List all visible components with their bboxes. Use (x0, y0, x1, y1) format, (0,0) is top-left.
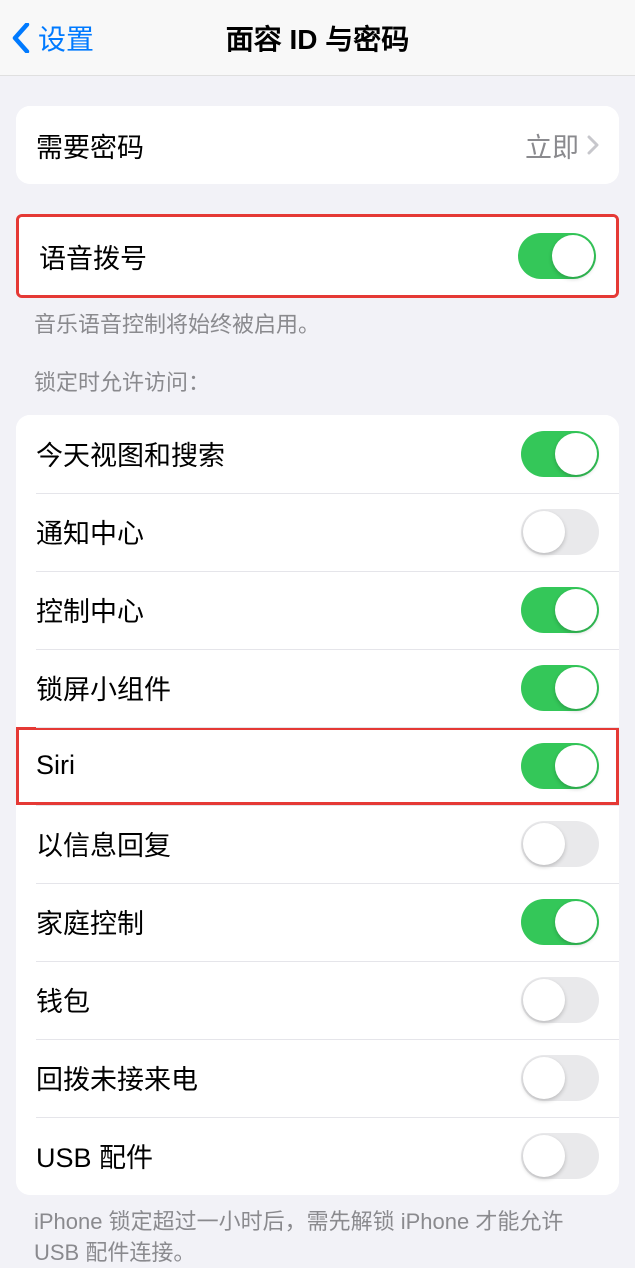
lock-item-label: 控制中心 (36, 590, 144, 629)
require-passcode-value: 立即 (525, 126, 599, 165)
lock-item-label: 锁屏小组件 (36, 668, 171, 707)
lock-item-toggle[interactable] (521, 1055, 599, 1101)
row-lock-item: 家庭控制 (16, 883, 619, 961)
lock-item-label: 家庭控制 (36, 902, 144, 941)
group-voice-dial: 语音拨号 (16, 214, 619, 298)
row-lock-item: 控制中心 (16, 571, 619, 649)
back-label: 设置 (38, 18, 94, 58)
lock-item-toggle[interactable] (521, 587, 599, 633)
lock-item-toggle[interactable] (521, 431, 599, 477)
row-lock-item: 钱包 (16, 961, 619, 1039)
require-passcode-value-text: 立即 (525, 126, 579, 165)
group-require-passcode: 需要密码 立即 (16, 106, 619, 184)
chevron-left-icon (12, 23, 30, 53)
voice-dial-footer: 音乐语音控制将始终被启用。 (0, 298, 635, 341)
lock-item-toggle[interactable] (521, 821, 599, 867)
lock-item-toggle[interactable] (521, 665, 599, 711)
lock-item-label: Siri (36, 750, 75, 781)
row-lock-item: Siri (16, 727, 619, 805)
lock-item-toggle[interactable] (521, 743, 599, 789)
lock-item-label: 今天视图和搜索 (36, 434, 225, 473)
lock-item-label: USB 配件 (36, 1136, 153, 1175)
row-lock-item: 回拨未接来电 (16, 1039, 619, 1117)
row-voice-dial: 语音拨号 (19, 217, 616, 295)
lock-item-toggle[interactable] (521, 509, 599, 555)
back-button[interactable]: 设置 (0, 18, 94, 58)
row-lock-item: 通知中心 (16, 493, 619, 571)
lock-item-label: 以信息回复 (36, 824, 171, 863)
lock-item-label: 通知中心 (36, 512, 144, 551)
lock-item-toggle[interactable] (521, 977, 599, 1023)
chevron-right-icon (587, 135, 599, 155)
lock-item-label: 钱包 (36, 980, 90, 1019)
navbar: 设置 面容 ID 与密码 (0, 0, 635, 76)
voice-dial-label: 语音拨号 (39, 237, 147, 276)
row-lock-item: 以信息回复 (16, 805, 619, 883)
page-title: 面容 ID 与密码 (0, 18, 635, 58)
lock-access-footer: iPhone 锁定超过一小时后，需先解锁 iPhone 才能允许 USB 配件连… (0, 1195, 635, 1268)
content: 需要密码 立即 语音拨号 音乐语音控制将始终被启用。 锁定时允许访问： 今天视图… (0, 106, 635, 1268)
lock-item-label: 回拨未接来电 (36, 1058, 198, 1097)
require-passcode-label: 需要密码 (36, 126, 144, 165)
row-lock-item: USB 配件 (16, 1117, 619, 1195)
lock-item-toggle[interactable] (521, 1133, 599, 1179)
lock-access-header: 锁定时允许访问： (0, 341, 635, 405)
row-lock-item: 锁屏小组件 (16, 649, 619, 727)
row-require-passcode[interactable]: 需要密码 立即 (16, 106, 619, 184)
lock-item-toggle[interactable] (521, 899, 599, 945)
group-lock-access: 今天视图和搜索通知中心控制中心锁屏小组件 Siri 以信息回复家庭控制钱包回拨未接来… (16, 415, 619, 1195)
row-lock-item: 今天视图和搜索 (16, 415, 619, 493)
voice-dial-toggle[interactable] (518, 233, 596, 279)
